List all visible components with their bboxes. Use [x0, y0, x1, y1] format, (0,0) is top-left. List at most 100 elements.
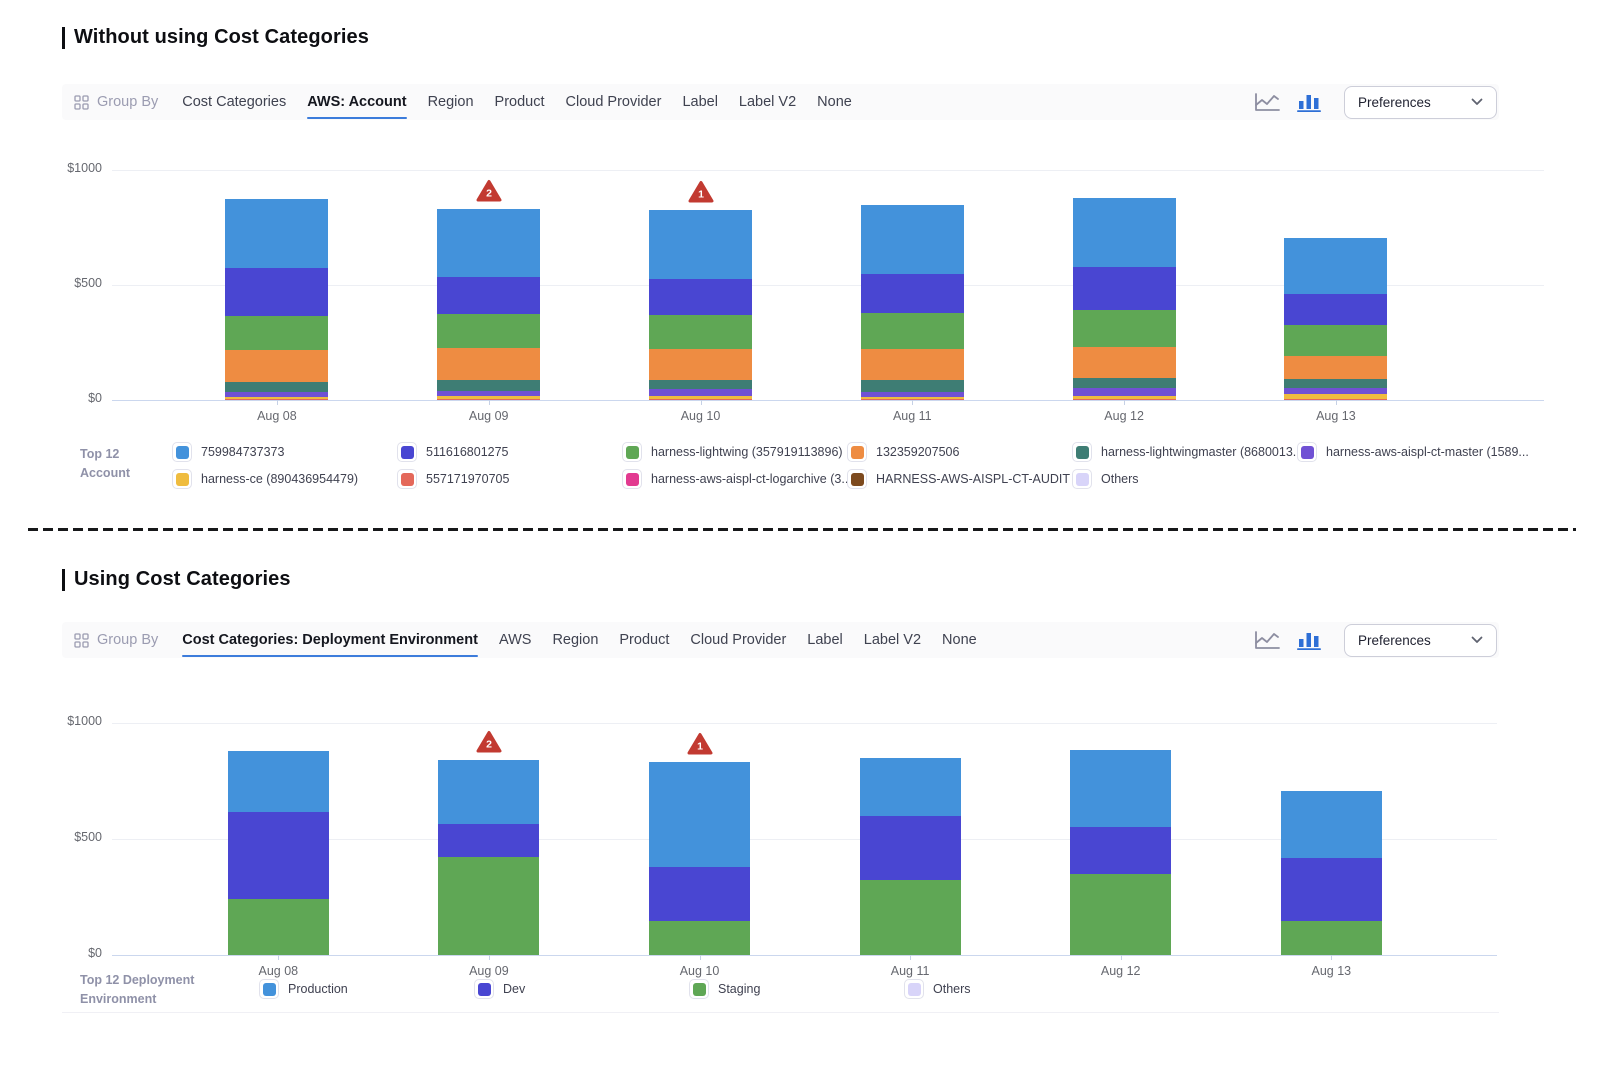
- bar-segment[interactable]: [437, 396, 540, 399]
- bar-segment[interactable]: [1281, 791, 1382, 857]
- bar-segment[interactable]: [437, 348, 540, 380]
- legend-item[interactable]: 132359207506: [847, 440, 1072, 464]
- bar-segment[interactable]: [1284, 325, 1387, 355]
- bar-segment[interactable]: [861, 397, 964, 399]
- anomaly-badge[interactable]: 1: [687, 732, 713, 756]
- bar-chart-toggle[interactable]: [1297, 630, 1321, 650]
- bar-segment[interactable]: [860, 758, 961, 816]
- bar-segment[interactable]: [225, 316, 328, 350]
- tab-label-v2[interactable]: Label V2: [864, 632, 921, 648]
- tab-cloud-provider[interactable]: Cloud Provider: [690, 632, 786, 648]
- bar-segment[interactable]: [649, 867, 750, 921]
- preferences-button[interactable]: Preferences: [1344, 624, 1497, 657]
- bar-segment[interactable]: [861, 380, 964, 392]
- bar-segment[interactable]: [438, 857, 539, 955]
- bar-segment[interactable]: [1070, 750, 1171, 827]
- tab-cost-categories-deployment-environment[interactable]: Cost Categories: Deployment Environment: [182, 632, 478, 648]
- bar-segment[interactable]: [860, 880, 961, 955]
- bar-segment[interactable]: [1073, 198, 1176, 267]
- tab-label[interactable]: Label: [807, 632, 842, 648]
- tab-label-v2[interactable]: Label V2: [739, 94, 796, 110]
- bar-segment[interactable]: [1070, 827, 1171, 875]
- bar-segment[interactable]: [649, 315, 752, 349]
- bar-segment[interactable]: [225, 392, 328, 397]
- bar-segment[interactable]: [861, 392, 964, 397]
- bar-segment[interactable]: [1284, 379, 1387, 388]
- legend-item[interactable]: harness-lightwingmaster (8680013...: [1072, 440, 1297, 464]
- line-chart-toggle[interactable]: [1254, 630, 1280, 650]
- anomaly-badge[interactable]: 2: [476, 179, 502, 203]
- bar-segment[interactable]: [1073, 388, 1176, 396]
- legend-item[interactable]: harness-lightwing (357919113896): [622, 440, 847, 464]
- bar-segment[interactable]: [649, 762, 750, 867]
- tab-product[interactable]: Product: [619, 632, 669, 648]
- line-chart-toggle[interactable]: [1254, 92, 1280, 112]
- bar-segment[interactable]: [861, 205, 964, 274]
- bar-segment[interactable]: [861, 313, 964, 348]
- legend-item[interactable]: Staging: [689, 977, 904, 1001]
- bar-segment[interactable]: [649, 389, 752, 396]
- legend-item[interactable]: HARNESS-AWS-AISPL-CT-AUDIT (...: [847, 467, 1072, 491]
- tab-aws[interactable]: AWS: [499, 632, 532, 648]
- bar-segment[interactable]: [228, 751, 329, 812]
- tab-none[interactable]: None: [942, 632, 977, 648]
- legend-item[interactable]: 557171970705: [397, 467, 622, 491]
- bar-chart-toggle[interactable]: [1297, 92, 1321, 112]
- legend-item[interactable]: Others: [1072, 467, 1297, 491]
- legend-item[interactable]: Others: [904, 977, 1119, 1001]
- bar-segment[interactable]: [649, 921, 750, 955]
- legend-item[interactable]: Production: [259, 977, 474, 1001]
- bar-segment[interactable]: [438, 824, 539, 857]
- bar-segment[interactable]: [437, 277, 540, 314]
- legend-item[interactable]: 511616801275: [397, 440, 622, 464]
- bar-segment[interactable]: [1073, 310, 1176, 347]
- anomaly-badge[interactable]: 1: [688, 180, 714, 204]
- bar-segment[interactable]: [437, 209, 540, 277]
- legend-item[interactable]: Dev: [474, 977, 689, 1001]
- tab-region[interactable]: Region: [428, 94, 474, 110]
- bar-segment[interactable]: [1281, 921, 1382, 955]
- bar-segment[interactable]: [225, 397, 328, 399]
- tab-aws-account[interactable]: AWS: Account: [307, 94, 406, 110]
- bar-segment[interactable]: [225, 268, 328, 316]
- preferences-button[interactable]: Preferences: [1344, 86, 1497, 119]
- tab-region[interactable]: Region: [552, 632, 598, 648]
- legend-item[interactable]: 759984737373: [172, 440, 397, 464]
- bar-segment[interactable]: [225, 382, 328, 392]
- anomaly-badge[interactable]: 2: [476, 730, 502, 754]
- legend-item[interactable]: harness-aws-aispl-ct-logarchive (3...: [622, 467, 847, 491]
- bar-segment[interactable]: [649, 279, 752, 315]
- bar-segment[interactable]: [1281, 858, 1382, 922]
- bar-segment[interactable]: [1073, 396, 1176, 399]
- bar-segment[interactable]: [228, 812, 329, 899]
- bar-segment[interactable]: [1073, 347, 1176, 378]
- bar-segment[interactable]: [437, 314, 540, 348]
- bar-segment[interactable]: [1284, 394, 1387, 399]
- tab-cloud-provider[interactable]: Cloud Provider: [566, 94, 662, 110]
- bar-segment[interactable]: [649, 349, 752, 380]
- bar-segment[interactable]: [438, 760, 539, 824]
- bar-segment[interactable]: [225, 350, 328, 382]
- bar-segment[interactable]: [228, 899, 329, 955]
- bar-segment[interactable]: [1073, 267, 1176, 310]
- bar-segment[interactable]: [1070, 874, 1171, 955]
- bar-segment[interactable]: [1073, 378, 1176, 388]
- bar-segment[interactable]: [649, 396, 752, 399]
- bar-segment[interactable]: [1284, 356, 1387, 379]
- bar-segment[interactable]: [437, 391, 540, 396]
- tab-none[interactable]: None: [817, 94, 852, 110]
- bar-segment[interactable]: [225, 199, 328, 268]
- bar-segment[interactable]: [861, 349, 964, 380]
- legend-item[interactable]: harness-aws-aispl-ct-master (1589...: [1297, 440, 1522, 464]
- tab-product[interactable]: Product: [495, 94, 545, 110]
- bar-segment[interactable]: [1284, 388, 1387, 395]
- bar-segment[interactable]: [1284, 294, 1387, 325]
- bar-segment[interactable]: [649, 380, 752, 390]
- tab-cost-categories[interactable]: Cost Categories: [182, 94, 286, 110]
- legend-item[interactable]: harness-ce (890436954479): [172, 467, 397, 491]
- bar-segment[interactable]: [649, 210, 752, 279]
- bar-segment[interactable]: [860, 816, 961, 880]
- bar-segment[interactable]: [437, 380, 540, 390]
- bar-segment[interactable]: [861, 274, 964, 313]
- bar-segment[interactable]: [1284, 238, 1387, 294]
